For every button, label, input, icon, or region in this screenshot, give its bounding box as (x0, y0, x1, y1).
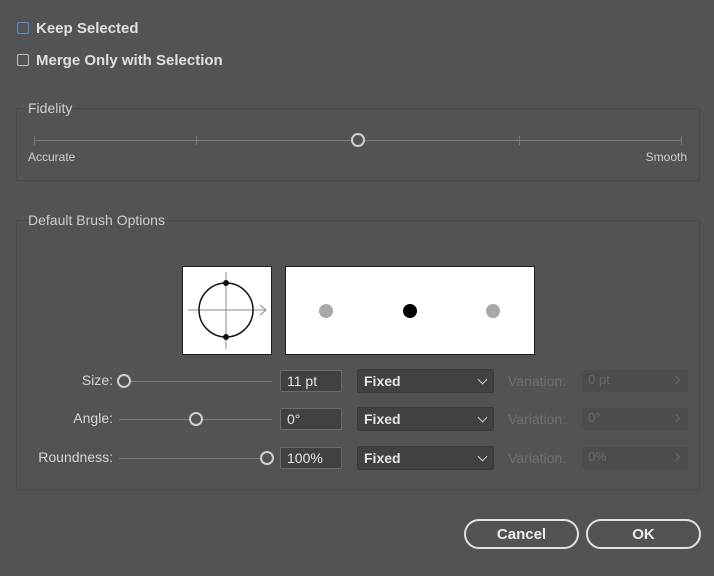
merge-only-label: Merge Only with Selection (36, 51, 223, 69)
size-slider-track[interactable] (119, 381, 272, 382)
chevron-right-icon (671, 452, 681, 462)
brush-size-preview (285, 266, 535, 355)
roundness-slider-thumb[interactable] (260, 451, 274, 465)
angle-label: Angle: (73, 410, 113, 426)
fidelity-tick (519, 136, 520, 145)
fidelity-tick (34, 136, 35, 145)
brush-size-dots (319, 304, 500, 318)
roundness-variation-value: 0% (588, 449, 607, 464)
fidelity-tick (196, 136, 197, 145)
angle-mode-select[interactable]: Fixed (357, 407, 494, 431)
angle-mode-value: Fixed (364, 411, 401, 427)
size-variation-value: 0 pt (588, 372, 610, 387)
fidelity-min-label: Accurate (28, 150, 76, 164)
keep-selected-box[interactable] (17, 22, 29, 34)
brush-options-title: Default Brush Options (28, 212, 165, 228)
roundness-input[interactable]: 100% (280, 447, 342, 469)
chevron-down-icon (477, 374, 488, 385)
keep-selected-label: Keep Selected (36, 19, 139, 37)
fidelity-title: Fidelity (28, 100, 73, 116)
size-variation-field: 0 pt (582, 370, 688, 392)
chevron-down-icon (477, 451, 488, 462)
merge-only-box[interactable] (17, 54, 29, 66)
fidelity-slider-thumb[interactable] (351, 133, 365, 147)
ok-button[interactable]: OK (586, 519, 701, 549)
merge-only-checkbox[interactable]: Merge Only with Selection (17, 50, 223, 70)
size-mode-select[interactable]: Fixed (357, 369, 494, 393)
fidelity-max-label: Smooth (645, 150, 687, 164)
angle-variation-label: Variation: (508, 411, 567, 427)
size-mode-value: Fixed (364, 373, 401, 389)
roundness-mode-value: Fixed (364, 450, 401, 466)
chevron-down-icon (477, 412, 488, 423)
roundness-label: Roundness: (38, 449, 113, 465)
chevron-right-icon (671, 375, 681, 385)
brush-angle-diagram (188, 272, 267, 349)
cancel-button[interactable]: Cancel (464, 519, 579, 549)
roundness-variation-field: 0% (582, 447, 688, 469)
angle-input[interactable]: 0° (280, 408, 342, 430)
size-label: Size: (81, 372, 113, 388)
brush-angle-preview[interactable] (182, 266, 272, 355)
roundness-slider-track[interactable] (119, 458, 272, 459)
chevron-right-icon (671, 413, 681, 423)
keep-selected-checkbox[interactable]: Keep Selected (17, 18, 139, 38)
size-variation-label: Variation: (508, 373, 567, 389)
roundness-variation-label: Variation: (508, 450, 567, 466)
angle-variation-value: 0° (588, 410, 601, 425)
angle-variation-field: 0° (582, 408, 688, 430)
roundness-mode-select[interactable]: Fixed (357, 446, 494, 470)
size-input[interactable]: 11 pt (280, 370, 342, 392)
fidelity-tick (681, 136, 682, 145)
